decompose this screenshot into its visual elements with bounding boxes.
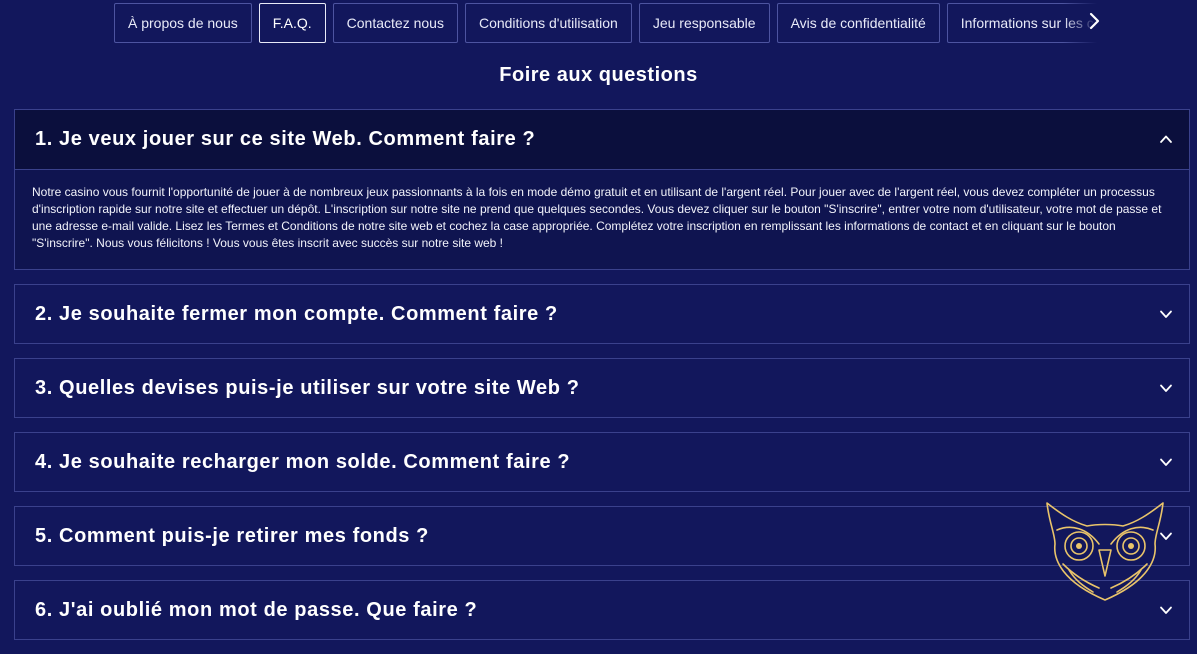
chevron-down-icon[interactable] — [1159, 381, 1173, 395]
faq-question: 5. Comment puis-je retirer mes fonds ? — [35, 525, 429, 547]
faq-accordion: 1. Je veux jouer sur ce site Web. Commen… — [14, 109, 1190, 654]
faq-item: 6. J'ai oublié mon mot de passe. Que fai… — [14, 580, 1190, 640]
faq-answer: Notre casino vous fournit l'opportunité … — [15, 170, 1189, 269]
faq-question-header[interactable]: 2. Je souhaite fermer mon compte. Commen… — [15, 285, 1189, 343]
owl-logo-icon — [1046, 502, 1164, 601]
chevron-down-icon[interactable] — [1159, 307, 1173, 321]
faq-item: 5. Comment puis-je retirer mes fonds ? — [14, 506, 1190, 566]
chevron-down-icon[interactable] — [1159, 603, 1173, 617]
tab-about-us[interactable]: À propos de nous — [114, 3, 252, 43]
page-title: Foire aux questions — [499, 64, 698, 86]
faq-question-header[interactable]: 6. J'ai oublié mon mot de passe. Que fai… — [15, 581, 1189, 639]
tab-contact-us[interactable]: Contactez nous — [332, 3, 458, 43]
faq-question: 3. Quelles devises puis-je utiliser sur … — [35, 377, 580, 399]
faq-question: 4. Je souhaite recharger mon solde. Comm… — [35, 451, 571, 473]
top-nav: À propos de nous F.A.Q. Contactez nous C… — [114, 3, 1103, 43]
faq-item: 2. Je souhaite fermer mon compte. Commen… — [14, 284, 1190, 344]
faq-question: 6. J'ai oublié mon mot de passe. Que fai… — [35, 599, 478, 621]
faq-item: 3. Quelles devises puis-je utiliser sur … — [14, 358, 1190, 418]
chevron-up-icon[interactable] — [1159, 132, 1173, 146]
faq-question-header[interactable]: 4. Je souhaite recharger mon solde. Comm… — [15, 433, 1189, 491]
chevron-right-icon[interactable] — [1086, 11, 1102, 31]
faq-question: 2. Je souhaite fermer mon compte. Commen… — [35, 303, 558, 325]
faq-item: 1. Je veux jouer sur ce site Web. Commen… — [14, 109, 1190, 270]
tab-responsible-gaming[interactable]: Jeu responsable — [638, 3, 770, 43]
faq-item: 4. Je souhaite recharger mon solde. Comm… — [14, 432, 1190, 492]
nav-tabs: À propos de nous F.A.Q. Contactez nous C… — [114, 3, 1103, 43]
faq-question-header[interactable]: 3. Quelles devises puis-je utiliser sur … — [15, 359, 1189, 417]
faq-question-header[interactable]: 1. Je veux jouer sur ce site Web. Commen… — [15, 110, 1189, 170]
tab-faq[interactable]: F.A.Q. — [258, 3, 326, 43]
tab-terms-of-use[interactable]: Conditions d'utilisation — [464, 3, 632, 43]
chevron-down-icon[interactable] — [1159, 455, 1173, 469]
faq-question: 1. Je veux jouer sur ce site Web. Commen… — [35, 128, 536, 150]
tab-privacy-notice[interactable]: Avis de confidentialité — [776, 3, 940, 43]
faq-question-header[interactable]: 5. Comment puis-je retirer mes fonds ? — [15, 507, 1189, 565]
